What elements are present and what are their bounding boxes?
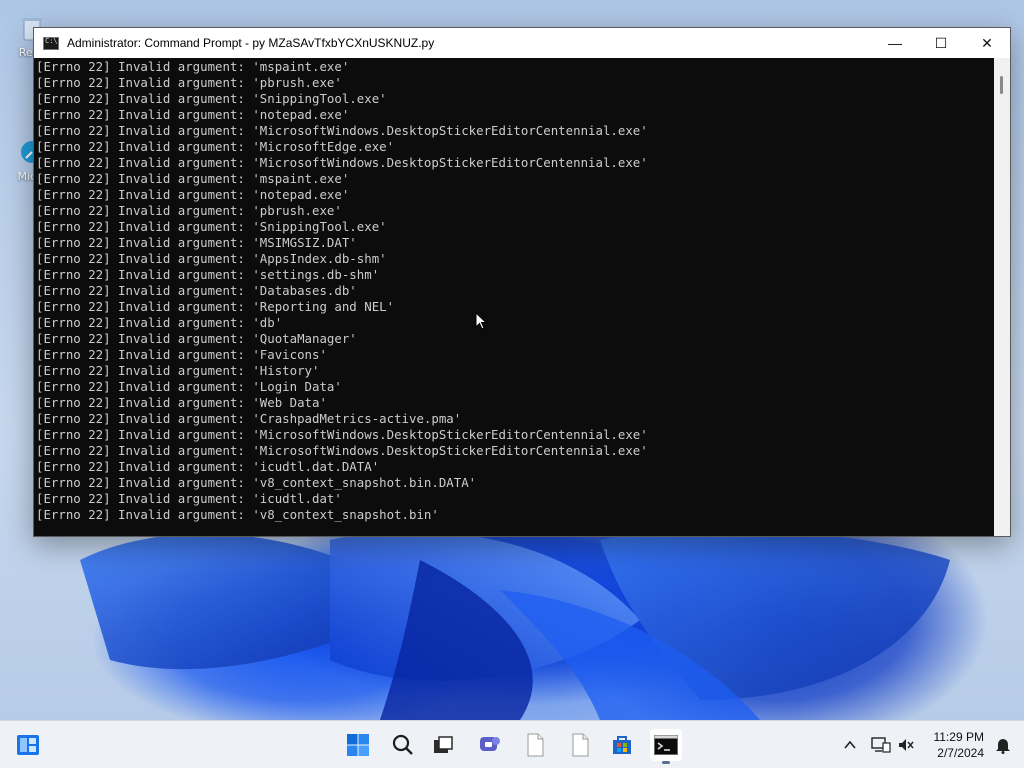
console-line: [Errno 22] Invalid argument: 'notepad.ex… bbox=[36, 107, 350, 122]
console-line: [Errno 22] Invalid argument: 'settings.d… bbox=[36, 267, 380, 282]
command-prompt-icon bbox=[654, 735, 678, 755]
scrollbar-thumb[interactable] bbox=[1000, 76, 1003, 94]
console-line: [Errno 22] Invalid argument: 'SnippingTo… bbox=[36, 219, 387, 234]
console-line: [Errno 22] Invalid argument: 'AppsIndex.… bbox=[36, 251, 387, 266]
network-icon[interactable] bbox=[871, 736, 891, 754]
console-line: [Errno 22] Invalid argument: 'icudtl.dat… bbox=[36, 459, 380, 474]
search-button[interactable] bbox=[387, 729, 419, 761]
chat-button[interactable] bbox=[474, 729, 506, 761]
teams-chat-icon bbox=[480, 737, 500, 751]
command-prompt-taskbar-button[interactable] bbox=[650, 729, 682, 764]
console-line: [Errno 22] Invalid argument: 'MicrosoftW… bbox=[36, 443, 648, 458]
start-button[interactable] bbox=[342, 729, 374, 761]
console-line: [Errno 22] Invalid argument: 'MicrosoftW… bbox=[36, 123, 648, 138]
clock[interactable]: 11:29 PM 2/7/2024 bbox=[934, 729, 984, 761]
console-line: [Errno 22] Invalid argument: 'notepad.ex… bbox=[36, 187, 350, 202]
speaker-muted-icon[interactable] bbox=[897, 736, 915, 754]
console-line: [Errno 22] Invalid argument: 'v8_context… bbox=[36, 475, 477, 490]
task-view-button[interactable] bbox=[427, 729, 459, 761]
console-line: [Errno 22] Invalid argument: 'SnippingTo… bbox=[36, 91, 387, 106]
clock-date: 2/7/2024 bbox=[937, 746, 984, 760]
command-prompt-window[interactable]: Administrator: Command Prompt - py MZaSA… bbox=[33, 27, 1011, 537]
console-line: [Errno 22] Invalid argument: 'Web Data' bbox=[36, 395, 327, 410]
console-line: [Errno 22] Invalid argument: 'History' bbox=[36, 363, 320, 378]
console-line: [Errno 22] Invalid argument: 'mspaint.ex… bbox=[36, 171, 350, 186]
windows-start-icon bbox=[347, 734, 369, 756]
console-line: [Errno 22] Invalid argument: 'QuotaManag… bbox=[36, 331, 357, 346]
command-prompt-icon bbox=[43, 36, 59, 50]
vertical-scrollbar[interactable] bbox=[994, 58, 1010, 536]
system-tray bbox=[843, 721, 915, 768]
console-line: [Errno 22] Invalid argument: 'v8_context… bbox=[36, 507, 439, 522]
console-line: [Errno 22] Invalid argument: 'Login Data… bbox=[36, 379, 342, 394]
file-icon bbox=[527, 733, 544, 757]
window-title: Administrator: Command Prompt - py MZaSA… bbox=[67, 36, 435, 50]
clock-time: 11:29 PM bbox=[933, 730, 984, 744]
taskbar-file-button[interactable] bbox=[519, 729, 551, 761]
notifications-icon[interactable] bbox=[994, 736, 1012, 754]
widgets-button[interactable] bbox=[12, 729, 44, 761]
widgets-icon bbox=[17, 735, 39, 755]
close-button[interactable]: ✕ bbox=[964, 28, 1010, 58]
console-line: [Errno 22] Invalid argument: 'MicrosoftW… bbox=[36, 427, 648, 442]
console-line: [Errno 22] Invalid argument: 'Favicons' bbox=[36, 347, 327, 362]
console-line: [Errno 22] Invalid argument: 'icudtl.dat… bbox=[36, 491, 342, 506]
taskbar-file-button[interactable] bbox=[564, 729, 596, 761]
chevron-up-icon[interactable] bbox=[843, 738, 857, 752]
window-titlebar[interactable]: Administrator: Command Prompt - py MZaSA… bbox=[34, 28, 1010, 58]
console-output[interactable]: [Errno 22] Invalid argument: 'mspaint.ex… bbox=[34, 58, 994, 536]
console-line: [Errno 22] Invalid argument: 'MicrosoftW… bbox=[36, 155, 648, 170]
store-button[interactable] bbox=[606, 729, 638, 761]
console-line: [Errno 22] Invalid argument: 'MSIMGSIZ.D… bbox=[36, 235, 357, 250]
console-line: [Errno 22] Invalid argument: 'CrashpadMe… bbox=[36, 411, 462, 426]
taskbar: 11:29 PM 2/7/2024 bbox=[0, 720, 1024, 768]
console-line: [Errno 22] Invalid argument: 'pbrush.exe… bbox=[36, 203, 342, 218]
console-line: [Errno 22] Invalid argument: 'db' bbox=[36, 315, 283, 330]
console-line: [Errno 22] Invalid argument: 'Databases.… bbox=[36, 283, 357, 298]
search-icon bbox=[392, 734, 413, 755]
task-view-icon bbox=[434, 736, 453, 753]
console-line: [Errno 22] Invalid argument: 'pbrush.exe… bbox=[36, 75, 342, 90]
console-line: [Errno 22] Invalid argument: 'MicrosoftE… bbox=[36, 139, 395, 154]
mouse-pointer-icon bbox=[475, 312, 487, 330]
minimize-button[interactable]: — bbox=[872, 28, 918, 58]
file-icon bbox=[572, 733, 589, 757]
maximize-button[interactable]: ☐ bbox=[918, 28, 964, 58]
console-line: [Errno 22] Invalid argument: 'Reporting … bbox=[36, 299, 395, 314]
console-line: [Errno 22] Invalid argument: 'mspaint.ex… bbox=[36, 59, 350, 74]
store-icon bbox=[613, 736, 631, 754]
